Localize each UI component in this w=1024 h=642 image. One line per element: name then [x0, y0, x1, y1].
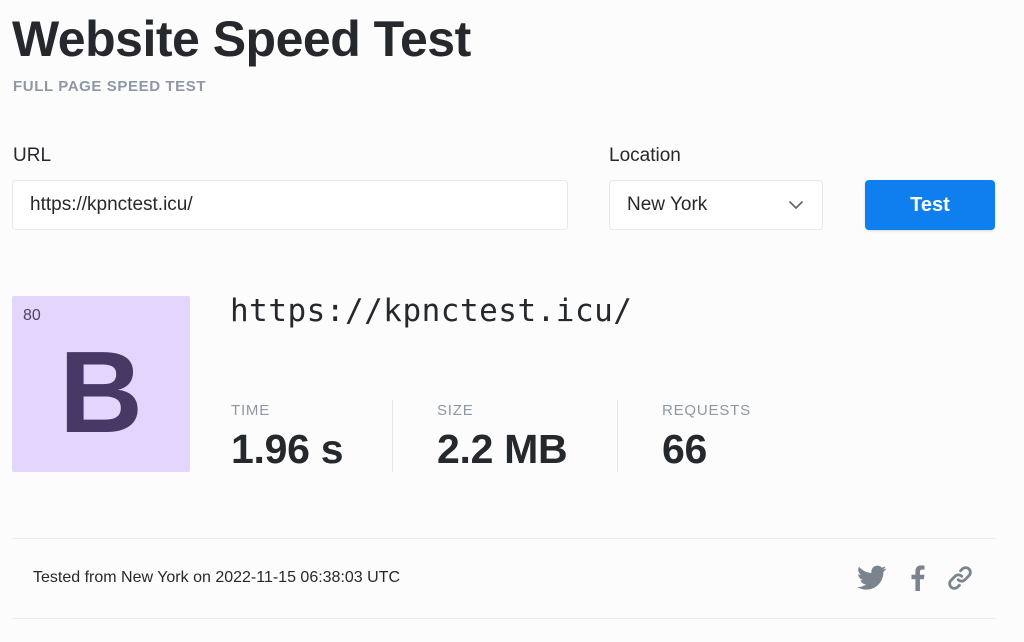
tested-info: Tested from New York on 2022-11-15 06:38…	[33, 569, 401, 586]
facebook-share-button[interactable]	[902, 562, 934, 594]
page-subtitle: FULL PAGE SPEED TEST	[13, 78, 207, 95]
stat-divider	[617, 400, 618, 472]
copy-link-button[interactable]	[944, 562, 976, 594]
tested-url: https://kpnctest.icu/	[230, 293, 633, 329]
test-button[interactable]: Test	[865, 180, 995, 230]
bottom-divider	[12, 618, 996, 619]
stat-divider	[392, 400, 393, 472]
stat-requests-label: REQUESTS	[662, 402, 751, 419]
url-input[interactable]	[12, 180, 568, 230]
location-selected-value: New York	[627, 194, 708, 215]
url-label: URL	[13, 145, 52, 166]
stat-time: TIME 1.96 s	[231, 402, 344, 473]
speed-test-page: Website Speed Test FULL PAGE SPEED TEST …	[0, 0, 1024, 642]
grade-letter: B	[59, 327, 143, 457]
link-icon	[944, 562, 976, 594]
location-label: Location	[609, 145, 681, 166]
stat-size-label: SIZE	[437, 402, 474, 419]
grade-badge: 80 B	[12, 296, 190, 472]
page-title: Website Speed Test	[12, 11, 471, 67]
stat-time-label: TIME	[231, 402, 271, 419]
chevron-down-icon	[789, 201, 803, 209]
location-select[interactable]: New York	[609, 180, 823, 230]
twitter-icon	[856, 562, 888, 594]
footer-divider	[12, 538, 996, 539]
facebook-icon	[902, 562, 934, 594]
stat-requests: REQUESTS 66	[662, 402, 751, 473]
twitter-share-button[interactable]	[856, 562, 888, 594]
stat-time-value: 1.96 s	[231, 426, 344, 472]
stat-size-value: 2.2 MB	[437, 426, 568, 472]
stat-requests-value: 66	[662, 426, 708, 472]
stat-size: SIZE 2.2 MB	[437, 402, 568, 473]
